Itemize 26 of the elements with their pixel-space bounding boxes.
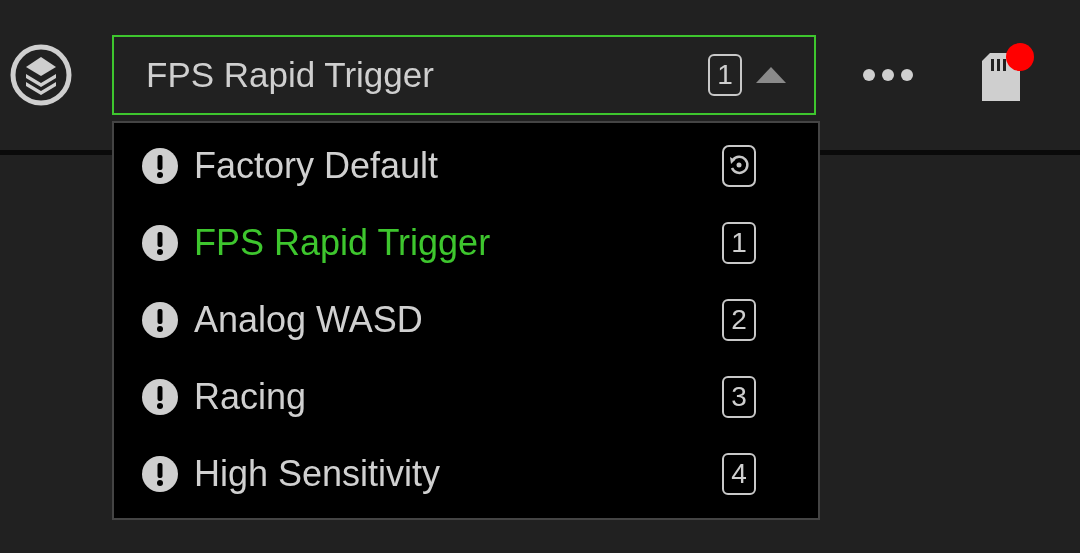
- profile-item[interactable]: Racing 3: [114, 358, 818, 435]
- profile-dropdown[interactable]: FPS Rapid Trigger 1: [112, 35, 816, 115]
- alert-icon: [142, 378, 178, 415]
- profile-name: High Sensitivity: [194, 452, 442, 495]
- profile-name: Factory Default: [194, 144, 440, 187]
- caret-up-icon: [756, 67, 786, 83]
- profile-name: Racing: [194, 375, 308, 418]
- alert-icon: [142, 224, 178, 261]
- slot-badge: 3: [722, 375, 756, 418]
- alert-icon: [142, 147, 178, 184]
- alert-icon: [142, 301, 178, 338]
- slot-badge: 2: [722, 298, 756, 341]
- profile-item[interactable]: Analog WASD 2: [114, 281, 818, 358]
- slot-badge: 4: [722, 452, 756, 495]
- selected-profile: FPS Rapid Trigger: [146, 55, 435, 95]
- profile-item[interactable]: FPS Rapid Trigger 1: [114, 204, 818, 281]
- slot-badge: 1: [708, 54, 742, 96]
- more-icon[interactable]: [862, 68, 914, 82]
- profile-item[interactable]: Factory Default: [114, 127, 818, 204]
- profile-item[interactable]: High Sensitivity 4: [114, 435, 818, 512]
- layers-icon[interactable]: [10, 44, 72, 106]
- slot-badge: 1: [722, 221, 756, 264]
- alert-icon: [142, 455, 178, 492]
- profile-name: Analog WASD: [194, 298, 424, 341]
- profile-name: FPS Rapid Trigger: [194, 221, 492, 264]
- reset-slot-icon: [722, 144, 756, 187]
